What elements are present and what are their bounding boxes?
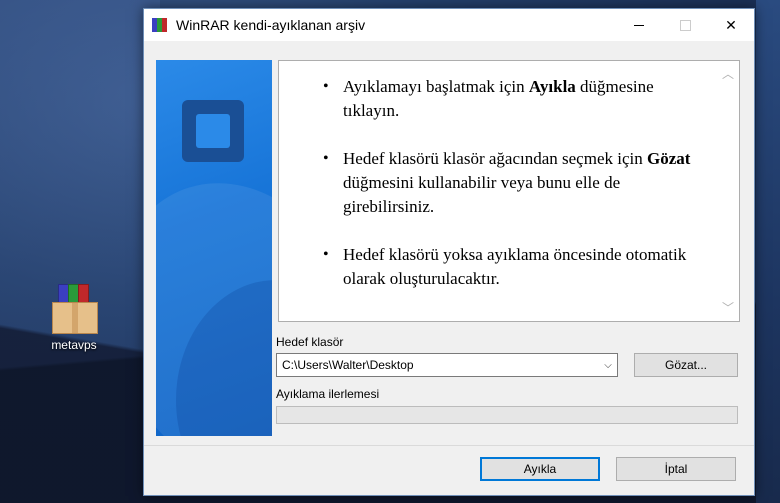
desktop-background-edge <box>756 0 780 503</box>
close-button[interactable]: ✕ <box>708 9 754 41</box>
maximize-icon <box>679 19 691 31</box>
desktop-icon-label: metavps <box>51 338 97 352</box>
info-bullet-1: Ayıklamayı başlatmak için Ayıkla düğmesi… <box>321 75 699 123</box>
info-bullet-2: Hedef klasörü klasör ağacından seçmek iç… <box>321 147 699 219</box>
winrar-logo-icon <box>182 100 244 162</box>
extract-button[interactable]: Ayıkla <box>480 457 600 481</box>
title-bar[interactable]: WinRAR kendi-ayıklanan arşiv ✕ <box>144 9 754 41</box>
maximize-button <box>662 9 708 41</box>
winrar-archive-icon <box>46 280 102 336</box>
destination-folder-value: C:\Users\Walter\Desktop <box>282 358 414 372</box>
desktop-icon-metavps[interactable]: metavps <box>34 280 114 352</box>
browse-button[interactable]: Gözat... <box>634 353 738 377</box>
side-banner <box>156 60 272 436</box>
scroll-down-chevron-icon[interactable]: ﹀ <box>721 301 735 315</box>
winrar-app-icon <box>152 18 168 32</box>
chevron-down-icon[interactable]: ⌵ <box>599 360 617 371</box>
info-bullet-3: Hedef klasörü yoksa ayıklama öncesinde o… <box>321 243 699 291</box>
scroll-up-chevron-icon[interactable]: ︿ <box>721 67 735 81</box>
minimize-icon <box>634 24 644 26</box>
minimize-button[interactable] <box>616 9 662 41</box>
window-title: WinRAR kendi-ayıklanan arşiv <box>176 17 366 33</box>
close-icon: ✕ <box>725 16 737 33</box>
destination-folder-input[interactable]: C:\Users\Walter\Desktop ⌵ <box>276 353 618 377</box>
destination-folder-label: Hedef klasör <box>276 335 344 349</box>
extraction-progress-bar <box>276 406 738 424</box>
sfx-window: WinRAR kendi-ayıklanan arşiv ✕ Ayıklamay… <box>143 8 755 496</box>
extraction-progress-label: Ayıklama ilerlemesi <box>276 387 380 401</box>
cancel-button[interactable]: İptal <box>616 457 736 481</box>
info-text-box[interactable]: Ayıklamayı başlatmak için Ayıkla düğmesi… <box>278 60 740 322</box>
footer-separator <box>144 445 754 446</box>
